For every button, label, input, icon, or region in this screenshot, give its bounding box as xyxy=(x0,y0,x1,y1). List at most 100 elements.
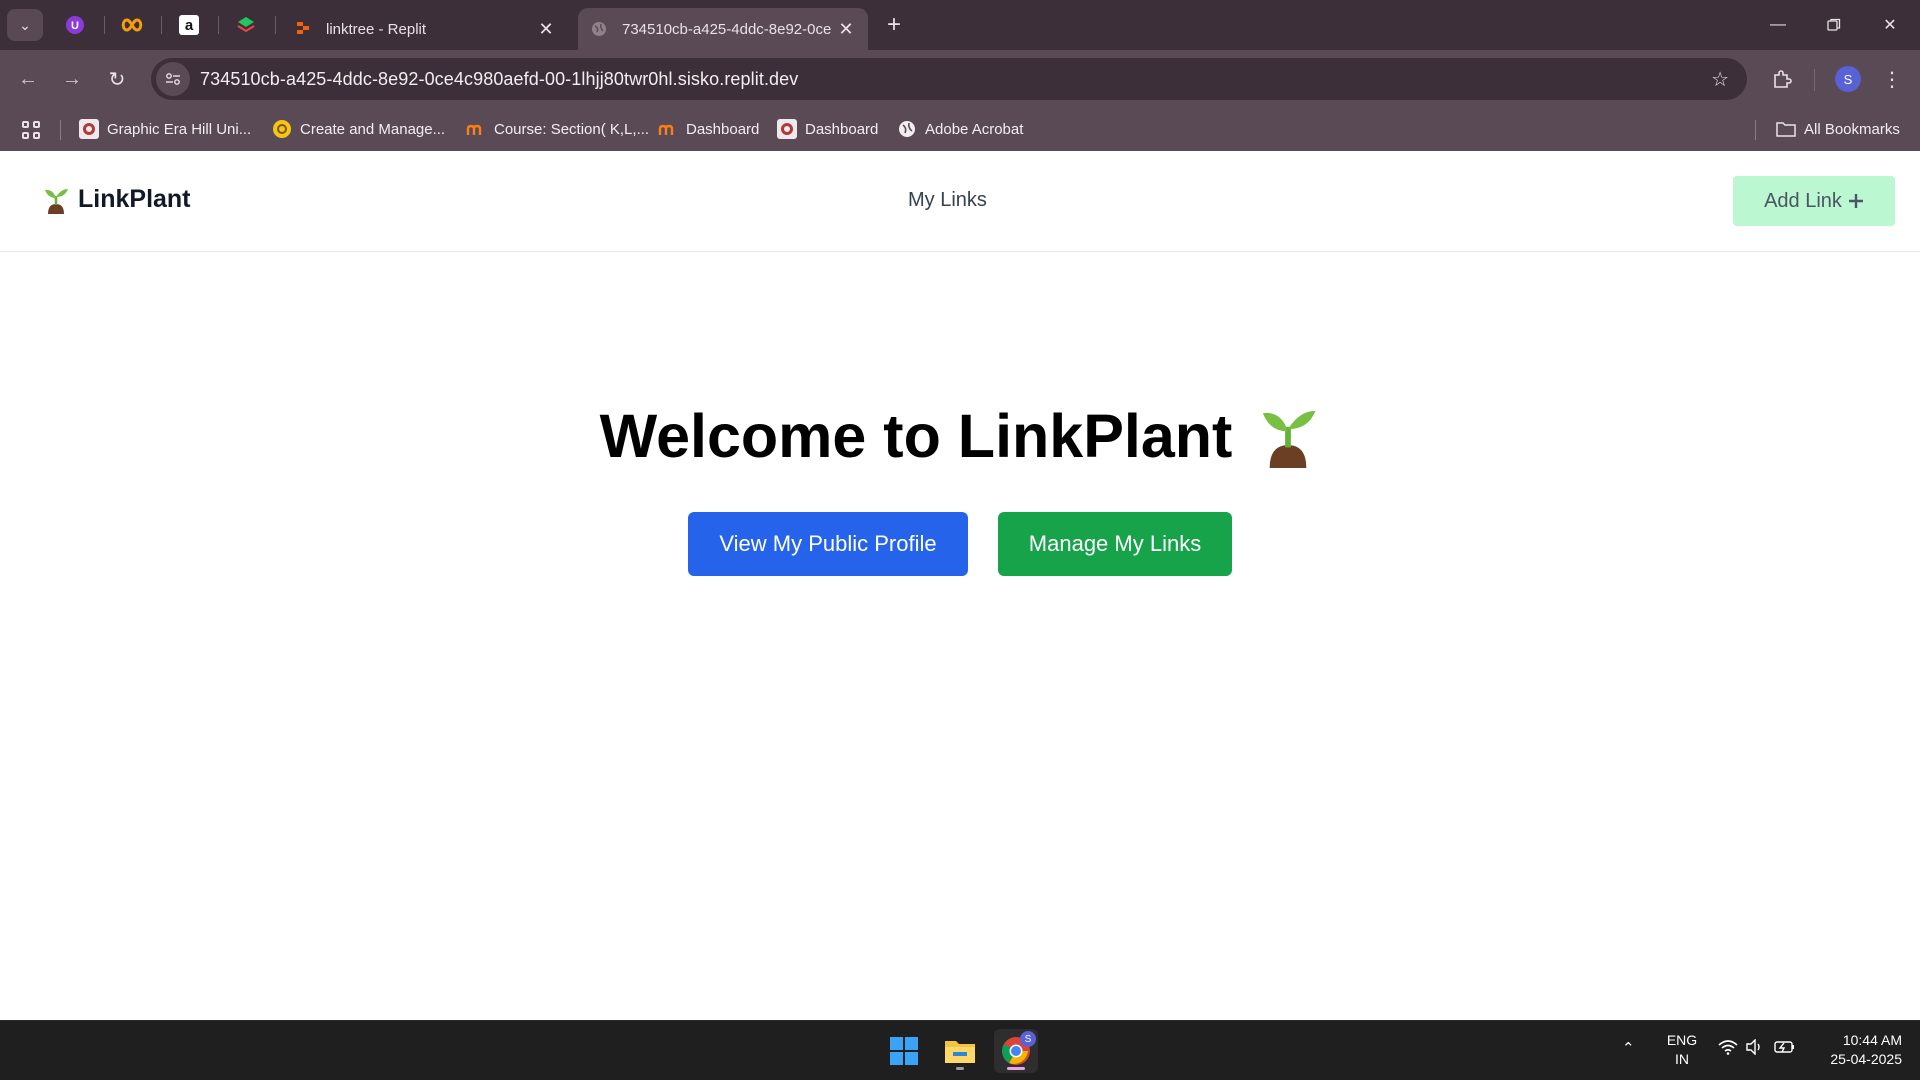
bookmark-dashboard-1[interactable]: Dashboard xyxy=(658,116,759,142)
site-navbar: LinkPlant My Links Add Link xyxy=(0,151,1920,252)
pinned-tab-infinity[interactable] xyxy=(119,12,145,38)
windows-taskbar: S ⌃ ENG IN 10:44 AM 25-04-2025 xyxy=(0,1020,1920,1080)
globe-icon xyxy=(590,20,608,38)
profile-avatar[interactable]: S xyxy=(1835,66,1861,92)
sprout-icon xyxy=(45,188,68,214)
tab-search-button[interactable]: ⌄ xyxy=(7,9,43,41)
svg-text:U: U xyxy=(71,20,79,32)
cta-buttons: View My Public Profile Manage My Links xyxy=(688,512,1232,576)
bookmark-label: Adobe Acrobat xyxy=(925,120,1024,138)
close-icon[interactable]: ✕ xyxy=(836,19,856,40)
brand-logo[interactable]: LinkPlant xyxy=(42,185,191,214)
plus-icon xyxy=(1848,194,1863,208)
lang-code: ENG xyxy=(1666,1032,1698,1048)
view-public-profile-button[interactable]: View My Public Profile xyxy=(688,512,968,576)
chevron-down-icon: ⌄ xyxy=(19,16,31,33)
profile-badge: S xyxy=(1020,1031,1036,1047)
bookmark-course-section[interactable]: Course: Section( K,L,... xyxy=(466,116,649,142)
apps-grid-icon[interactable] xyxy=(22,121,40,139)
bookmark-label: Graphic Era Hill Uni... xyxy=(107,120,252,138)
bookmark-label: Create and Manage... xyxy=(300,120,446,138)
clock-time: 10:44 AM xyxy=(1842,1032,1902,1048)
hero-title-text: Welcome to LinkPlant xyxy=(599,402,1233,470)
url-text[interactable]: 734510cb-a425-4ddc-8e92-0ce4c980aefd-00-… xyxy=(200,69,798,90)
chrome-taskbar-button[interactable]: S xyxy=(994,1029,1038,1073)
svg-text:a: a xyxy=(185,17,194,34)
show-hidden-icons-button[interactable]: ⌃ xyxy=(1622,1039,1635,1057)
close-icon: ✕ xyxy=(1883,17,1897,34)
reload-button[interactable]: ↻ xyxy=(102,64,132,94)
bookmark-adobe-acrobat[interactable]: Adobe Acrobat xyxy=(897,116,1023,142)
bookmark-label: Course: Section( K,L,... xyxy=(494,120,650,138)
arrow-right-icon: → xyxy=(62,67,82,90)
pinned-tab-uolo[interactable]: U xyxy=(62,12,88,38)
infinity-icon xyxy=(121,18,143,32)
manage-links-button[interactable]: Manage My Links xyxy=(998,512,1232,576)
tab-strip: ⌄ U a linktree - Replit ✕ 734510cb-a425-… xyxy=(0,0,1920,50)
volume-tray[interactable] xyxy=(1746,1038,1764,1059)
reload-icon: ↻ xyxy=(108,68,126,91)
folder-icon xyxy=(945,1041,975,1063)
hero-heading: Welcome to LinkPlant xyxy=(600,401,1321,471)
all-bookmarks-label: All Bookmarks xyxy=(1804,120,1900,138)
add-link-label: Add Link xyxy=(1764,189,1842,212)
pinned-tab-codecademy[interactable] xyxy=(233,12,259,38)
web-page: LinkPlant My Links Add Link Welcome to L… xyxy=(0,151,1920,1020)
battery-tray[interactable] xyxy=(1774,1039,1796,1059)
network-tray[interactable] xyxy=(1718,1039,1738,1059)
close-window-button[interactable]: ✕ xyxy=(1862,0,1918,50)
university-icon xyxy=(777,119,797,139)
browser-menu-button[interactable]: ⋮ xyxy=(1880,64,1904,94)
university-icon xyxy=(79,119,99,139)
uolo-icon: U xyxy=(66,16,84,34)
forward-button[interactable]: → xyxy=(57,64,87,94)
codecademy-icon xyxy=(237,17,255,33)
close-icon[interactable]: ✕ xyxy=(536,19,556,40)
globe-icon xyxy=(897,119,917,139)
yellow-circle-icon xyxy=(272,119,292,139)
chevron-up-icon: ⌃ xyxy=(1622,1040,1635,1057)
bookmarks-bar: Graphic Era Hill Uni... Create and Manag… xyxy=(0,108,1920,151)
tab-linktree-replit[interactable]: linktree - Replit ✕ xyxy=(282,8,568,50)
amazon-icon: a xyxy=(179,15,199,35)
add-link-button[interactable]: Add Link xyxy=(1733,176,1895,226)
language-indicator[interactable]: ENG IN xyxy=(1662,1031,1702,1069)
restore-icon xyxy=(1827,18,1841,31)
replit-icon xyxy=(294,20,312,38)
new-tab-button[interactable]: + xyxy=(880,11,908,39)
region-code: IN xyxy=(1675,1051,1689,1067)
moodle-icon xyxy=(466,119,486,139)
plus-icon: + xyxy=(886,11,901,38)
tab-active-site[interactable]: 734510cb-a425-4ddc-8e92-0ce ✕ xyxy=(578,8,868,50)
extensions-button[interactable] xyxy=(1768,65,1796,93)
restore-button[interactable] xyxy=(1806,0,1862,50)
nav-my-links[interactable]: My Links xyxy=(908,189,987,212)
all-bookmarks-button[interactable]: All Bookmarks xyxy=(1776,116,1900,142)
tab-title: linktree - Replit xyxy=(326,20,427,38)
sprout-icon xyxy=(1263,410,1316,468)
minimize-icon: — xyxy=(1770,16,1786,33)
file-explorer-button[interactable] xyxy=(938,1029,982,1073)
system-clock[interactable]: 10:44 AM 25-04-2025 xyxy=(1810,1031,1902,1069)
folder-icon xyxy=(1776,119,1796,139)
tune-icon xyxy=(166,73,180,85)
bookmark-label: Dashboard xyxy=(805,120,879,138)
bookmark-graphic-era[interactable]: Graphic Era Hill Uni... xyxy=(79,116,251,142)
bookmark-star-icon[interactable]: ☆ xyxy=(1711,67,1729,92)
bookmark-dashboard-2[interactable]: Dashboard xyxy=(777,116,878,142)
address-bar[interactable]: 734510cb-a425-4ddc-8e92-0ce4c980aefd-00-… xyxy=(151,58,1747,100)
battery-icon xyxy=(1774,1041,1794,1053)
brand-name: LinkPlant xyxy=(78,185,191,213)
minimize-button[interactable]: — xyxy=(1750,0,1806,50)
puzzle-icon xyxy=(1774,70,1792,88)
start-button[interactable] xyxy=(882,1029,926,1073)
speaker-icon xyxy=(1746,1038,1760,1056)
site-settings-button[interactable] xyxy=(156,62,190,96)
clock-date: 25-04-2025 xyxy=(1830,1051,1902,1067)
bookmark-create-manage[interactable]: Create and Manage... xyxy=(272,116,445,142)
tab-title: 734510cb-a425-4ddc-8e92-0ce xyxy=(622,20,832,38)
back-button[interactable]: ← xyxy=(13,64,43,94)
moodle-icon xyxy=(658,119,678,139)
pinned-tab-amazon[interactable]: a xyxy=(176,12,202,38)
wifi-icon xyxy=(1718,1040,1738,1055)
